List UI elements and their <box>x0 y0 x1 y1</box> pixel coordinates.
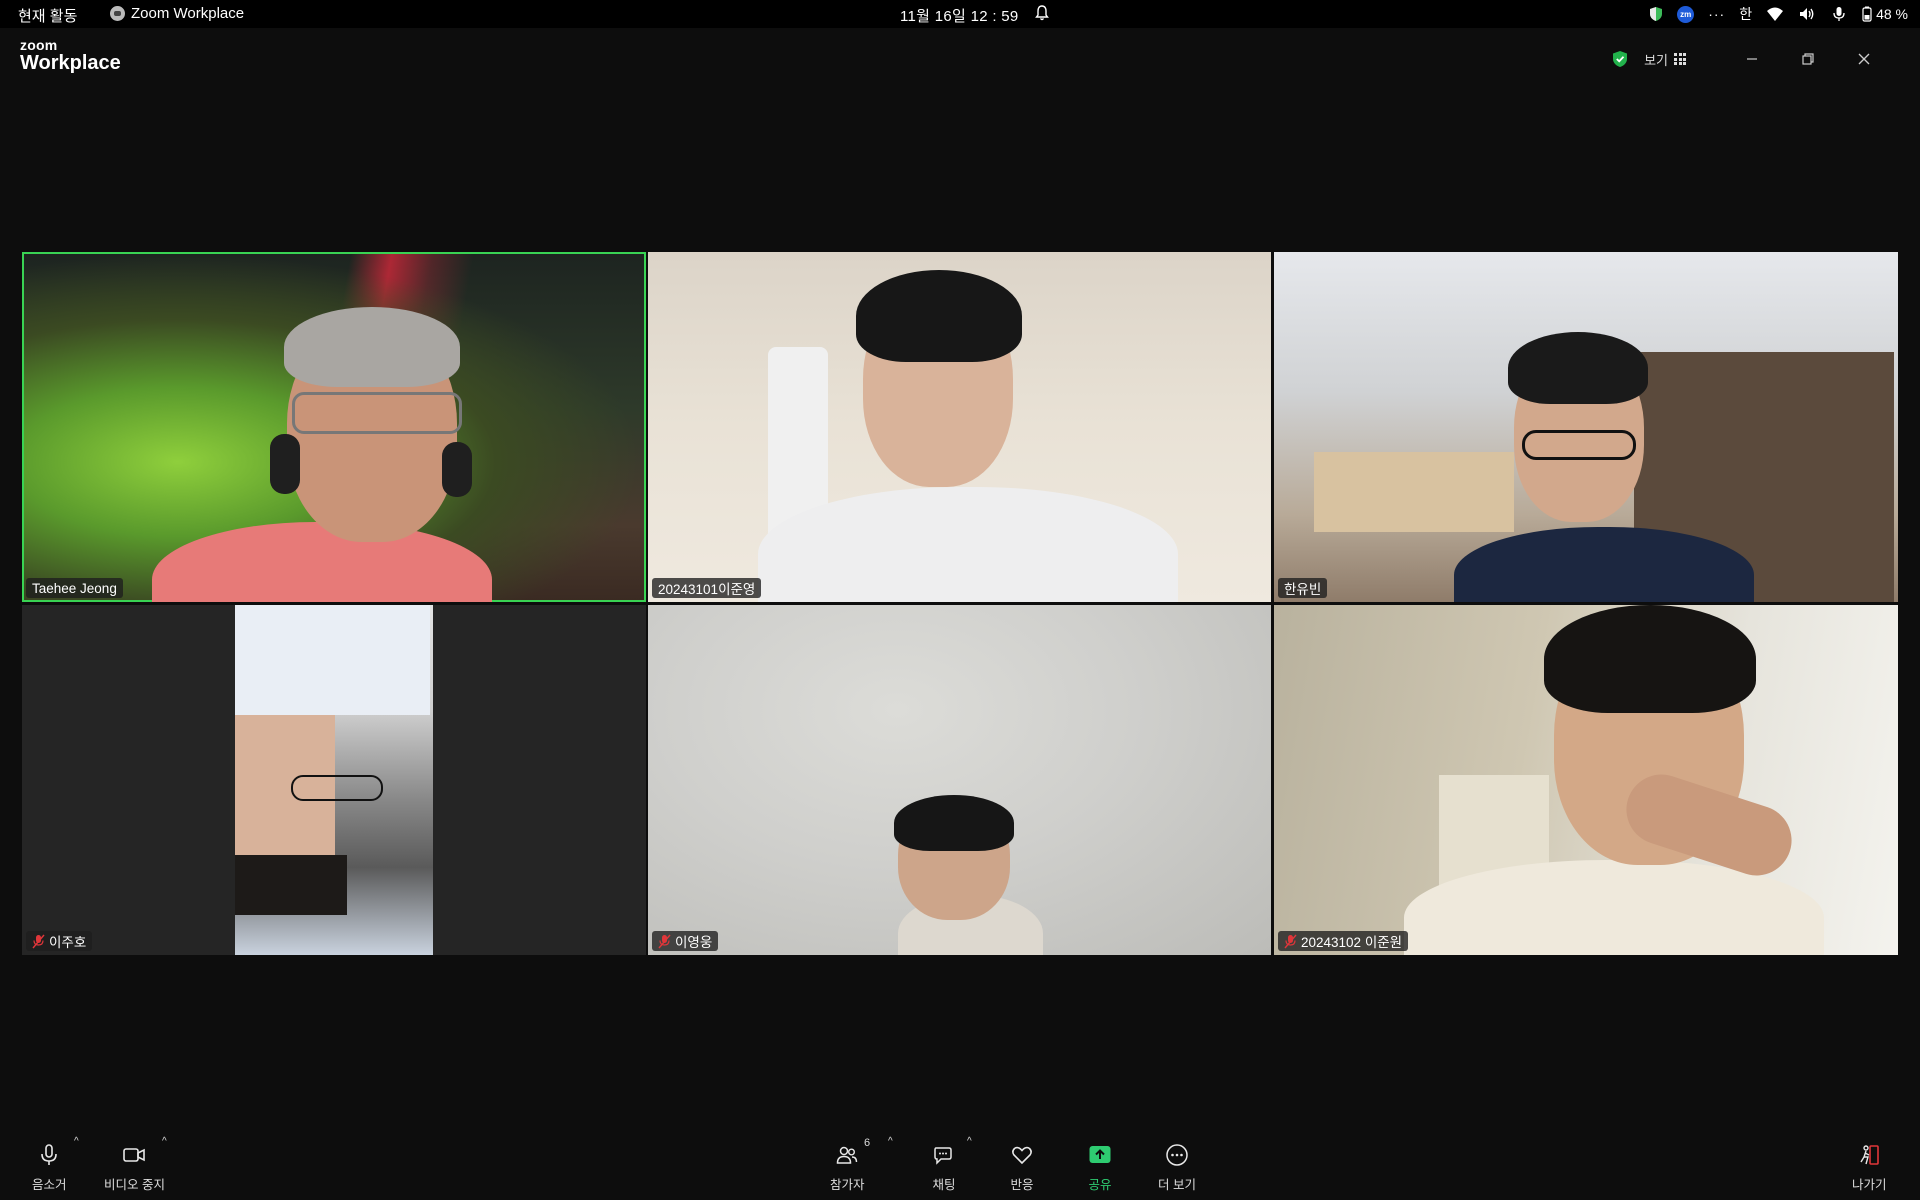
participants-count: 6 <box>864 1137 871 1149</box>
window-controls: 보기 <box>1612 48 1892 70</box>
participant-name-tag: Taehee Jeong <box>26 578 123 598</box>
app-name: Zoom Workplace <box>131 5 245 22</box>
minimize-button[interactable] <box>1724 48 1780 70</box>
more-button[interactable]: 더 보기 <box>1158 1142 1196 1193</box>
participants-button[interactable]: 참가자 <box>830 1142 865 1193</box>
share-screen-button[interactable]: 공유 <box>1087 1142 1113 1193</box>
encryption-shield-icon[interactable] <box>1612 50 1628 68</box>
notification-bell-icon[interactable] <box>1034 4 1050 22</box>
participant-name: 한유빈 <box>1284 582 1322 597</box>
close-button[interactable] <box>1836 48 1892 70</box>
wifi-icon[interactable] <box>1766 6 1784 22</box>
participant-name: Taehee Jeong <box>32 580 117 596</box>
battery-percent: 48 % <box>1876 6 1908 22</box>
restore-button[interactable] <box>1780 48 1836 70</box>
participants-label: 참가자 <box>830 1178 865 1192</box>
reactions-button[interactable]: 반응 <box>1009 1142 1035 1193</box>
system-tray: zm ··· 한 48 % <box>1649 4 1908 24</box>
participant-name: 20243101이준영 <box>658 582 756 597</box>
participant-name-tag: 20243102 이준원 <box>1278 931 1409 951</box>
participant-name: 이영웅 <box>675 935 713 950</box>
volume-icon[interactable] <box>1798 6 1816 22</box>
tray-more-icon[interactable]: ··· <box>1708 6 1725 22</box>
chat-icon <box>934 1147 952 1165</box>
app-menu[interactable]: Zoom Workplace <box>110 5 244 22</box>
leave-label: 나가기 <box>1852 1178 1887 1192</box>
battery-indicator[interactable]: 48 % <box>1862 6 1908 22</box>
participant-name: 20243102 이준원 <box>1301 935 1403 950</box>
input-method-indicator[interactable]: 한 <box>1739 4 1752 24</box>
leave-meeting-button[interactable]: 나가기 <box>1852 1142 1887 1193</box>
participants-icon <box>836 1146 858 1164</box>
video-camera-icon <box>123 1148 146 1162</box>
security-shield-icon[interactable] <box>1649 6 1663 22</box>
leave-door-icon <box>1860 1145 1880 1165</box>
chat-options-caret[interactable]: ^ <box>967 1136 972 1147</box>
participant-video <box>235 605 433 955</box>
system-top-bar: 현재 활동 Zoom Workplace 11월 16일 12 : 59 zm … <box>0 0 1920 28</box>
stop-video-label: 비디오 중지 <box>104 1178 165 1192</box>
video-tile-20243102[interactable]: 20243102 이준원 <box>1274 605 1898 955</box>
participant-name-tag: 20243101이준영 <box>652 578 762 598</box>
stop-video-button[interactable]: 비디오 중지 <box>104 1142 165 1193</box>
mute-button[interactable]: 음소거 <box>32 1142 67 1193</box>
muted-microphone-icon <box>1284 934 1297 948</box>
muted-microphone-icon <box>32 934 45 948</box>
heart-icon <box>1012 1146 1032 1165</box>
mute-label: 음소거 <box>32 1178 67 1192</box>
more-label: 더 보기 <box>1158 1178 1196 1192</box>
share-label: 공유 <box>1088 1178 1112 1192</box>
video-tile-20243101[interactable]: 20243101이준영 <box>648 252 1271 602</box>
audio-options-caret[interactable]: ^ <box>74 1136 79 1147</box>
chat-label: 채팅 <box>932 1178 956 1192</box>
view-label: 보기 <box>1644 52 1668 68</box>
activities-button[interactable]: 현재 활동 <box>18 5 77 26</box>
video-tile-taehee-jeong[interactable]: Taehee Jeong <box>22 252 646 602</box>
participant-name-tag: 한유빈 <box>1278 578 1328 598</box>
video-tile-leeyoungwoong[interactable]: 이영웅 <box>648 605 1271 955</box>
more-options-icon <box>1166 1144 1188 1166</box>
zoom-workplace-logo: zoom Workplace <box>20 38 121 73</box>
minimize-icon <box>1747 58 1757 60</box>
grid-icon <box>1674 53 1686 65</box>
share-screen-icon <box>1089 1146 1111 1163</box>
meeting-toolbar: 음소거 ^ 비디오 중지 ^ 참가자 6 ^ 채팅 ^ 반응 공유 더 보기 나… <box>0 1130 1920 1200</box>
logo-workplace-text: Workplace <box>20 52 121 74</box>
muted-microphone-icon <box>658 934 671 948</box>
restore-icon <box>1802 53 1814 65</box>
chat-button[interactable]: 채팅 <box>931 1142 957 1193</box>
battery-icon <box>1862 6 1872 22</box>
system-clock[interactable]: 11월 16일 12 : 59 <box>900 5 1019 26</box>
video-options-caret[interactable]: ^ <box>162 1136 167 1147</box>
video-tile-leejuho[interactable]: 이주호 <box>22 605 646 955</box>
view-button[interactable]: 보기 <box>1644 50 1686 69</box>
microphone-icon[interactable] <box>1830 6 1848 22</box>
participants-options-caret[interactable]: ^ <box>888 1136 893 1147</box>
reactions-label: 반응 <box>1010 1178 1034 1192</box>
logo-zoom-text: zoom <box>20 37 58 53</box>
video-tile-hanyubin[interactable]: 한유빈 <box>1274 252 1898 602</box>
participant-name-tag: 이영웅 <box>652 931 719 951</box>
zoom-app-icon <box>110 6 125 21</box>
zoom-tray-icon[interactable]: zm <box>1677 5 1695 23</box>
participant-name: 이주호 <box>49 935 87 950</box>
participant-name-tag: 이주호 <box>26 931 93 951</box>
microphone-icon <box>41 1144 58 1165</box>
close-icon <box>1858 53 1870 65</box>
